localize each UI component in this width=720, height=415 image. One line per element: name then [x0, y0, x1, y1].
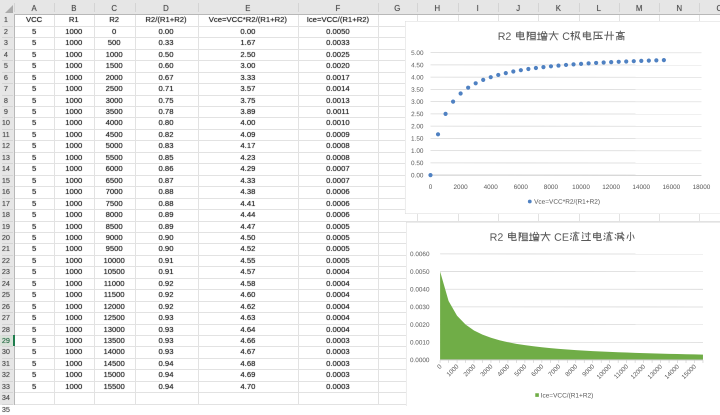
svg-text:2000: 2000 [454, 184, 469, 191]
svg-text:R2: R2 [498, 31, 512, 43]
svg-text:2.00: 2.00 [411, 124, 424, 131]
svg-text:4.50: 4.50 [411, 62, 424, 69]
svg-text:8000: 8000 [544, 184, 559, 191]
svg-text:3.50: 3.50 [411, 87, 424, 94]
svg-text:0.0050: 0.0050 [410, 268, 430, 275]
svg-text:1.00: 1.00 [411, 148, 424, 155]
svg-text:0.0030: 0.0030 [410, 304, 430, 311]
svg-text:0.0060: 0.0060 [410, 251, 430, 258]
svg-text:12000: 12000 [602, 184, 620, 191]
svg-text:0.00: 0.00 [411, 173, 424, 180]
svg-text:6000: 6000 [514, 184, 529, 191]
svg-text:0.0010: 0.0010 [410, 339, 430, 346]
svg-text:Ice=VCC/(R1+R2): Ice=VCC/(R1+R2) [541, 392, 594, 399]
svg-text:16000: 16000 [663, 184, 681, 191]
svg-text:0.0020: 0.0020 [410, 321, 430, 328]
svg-text:2.50: 2.50 [411, 111, 424, 118]
svg-text:CE: CE [554, 231, 569, 243]
svg-text:5.00: 5.00 [411, 50, 424, 57]
svg-text:C: C [562, 31, 570, 43]
svg-text:0.0000: 0.0000 [410, 357, 430, 364]
svg-text:10000: 10000 [572, 184, 590, 191]
svg-text:4000: 4000 [484, 184, 499, 191]
svg-text:3.00: 3.00 [411, 99, 424, 106]
svg-text:1.50: 1.50 [411, 136, 424, 143]
svg-text:14000: 14000 [633, 184, 651, 191]
svg-text:R2: R2 [490, 231, 504, 243]
svg-text:0.0040: 0.0040 [410, 286, 430, 293]
svg-text:0.50: 0.50 [411, 160, 424, 167]
svg-text:18000: 18000 [693, 184, 711, 191]
svg-text:Vce=VCC*R2/(R1+R2): Vce=VCC*R2/(R1+R2) [534, 199, 600, 206]
svg-text:4.00: 4.00 [411, 75, 424, 82]
